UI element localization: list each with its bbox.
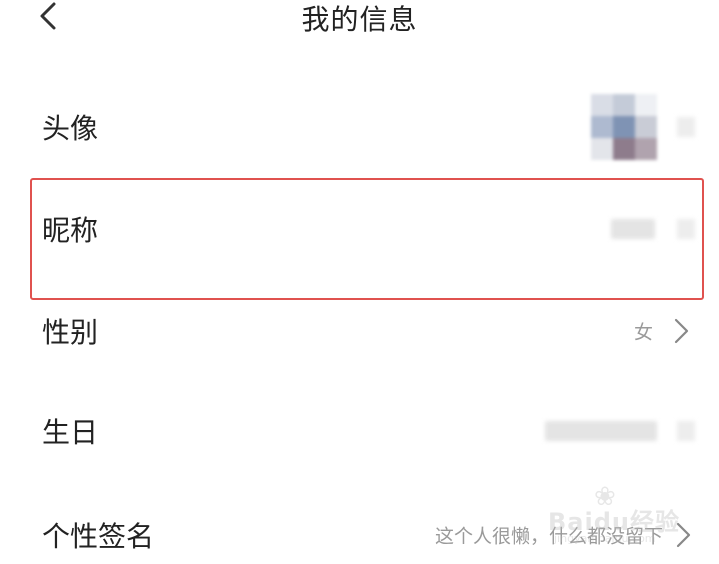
row-gender[interactable]: 性别 女 <box>0 280 719 382</box>
row-nickname[interactable]: 昵称 <box>0 178 719 280</box>
blurred-chevron <box>677 117 695 137</box>
page-title: 我的信息 <box>301 3 418 36</box>
blurred-chevron <box>677 421 695 441</box>
signature-value: 这个人很懒，什么都没留下 <box>434 525 663 548</box>
row-avatar[interactable]: 头像 <box>0 76 719 178</box>
chevron-right-icon <box>675 521 693 549</box>
avatar <box>591 94 657 160</box>
birthday-value-blurred <box>545 421 657 441</box>
nickname-value-blurred <box>611 219 655 239</box>
row-label-birthday: 生日 <box>42 416 99 449</box>
blurred-chevron <box>677 219 695 239</box>
gender-value: 女 <box>633 321 653 344</box>
chevron-right-icon <box>673 317 691 345</box>
row-label-signature: 个性签名 <box>42 520 155 553</box>
row-label-gender: 性别 <box>42 316 99 349</box>
row-label-nickname: 昵称 <box>42 214 99 247</box>
top-bar: 我的信息 <box>0 0 719 60</box>
row-label-avatar: 头像 <box>42 112 99 145</box>
row-birthday[interactable]: 生日 <box>0 380 719 482</box>
row-signature[interactable]: 个性签名 这个人很懒，什么都没留下 <box>0 484 719 564</box>
